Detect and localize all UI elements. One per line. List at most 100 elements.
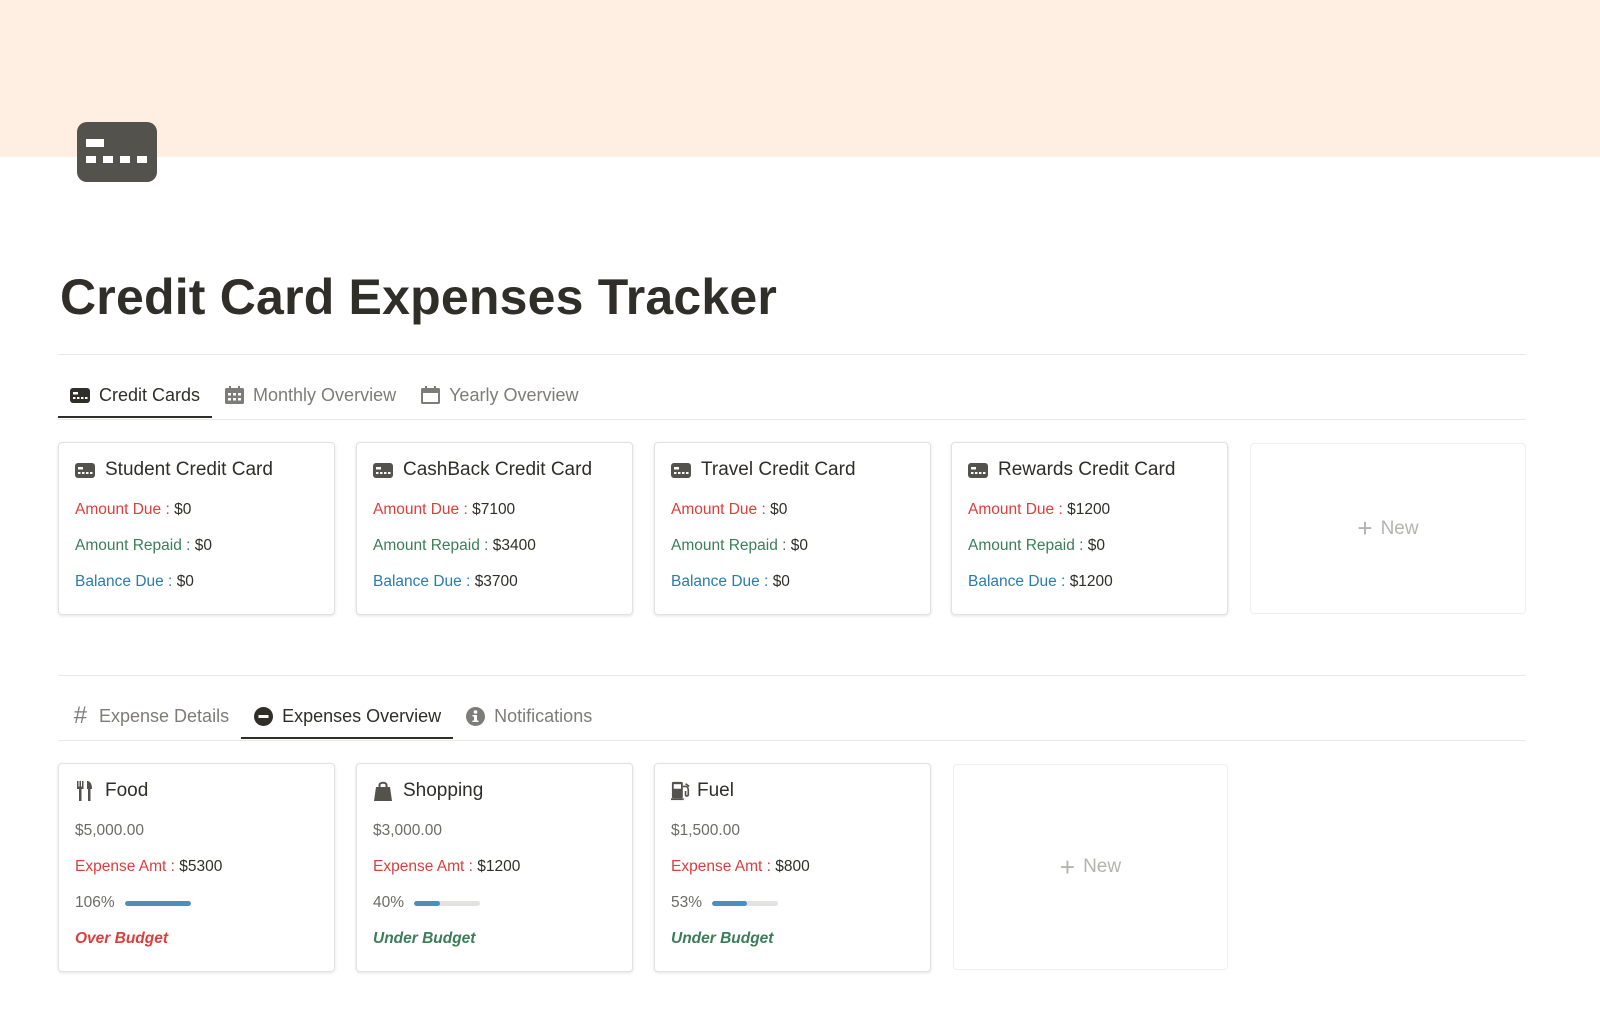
calendar-grid-icon <box>224 386 244 404</box>
credit-card-icon <box>968 461 988 479</box>
amount-due-label: Amount Due : <box>75 501 175 518</box>
tab-credit-cards[interactable]: Credit Cards <box>58 374 213 418</box>
category-name: Food <box>105 780 149 801</box>
credit-card-icon <box>75 461 95 479</box>
expense-category-card[interactable]: Fuel $1,500.00 Expense Amt : $800 53% Un… <box>654 763 931 972</box>
progress-percent: 53% <box>671 894 703 911</box>
budget-status: Under Budget <box>373 930 476 947</box>
progress-bar <box>712 900 779 906</box>
credit-card-item[interactable]: CashBack Credit Card Amount Due : $7100 … <box>356 442 633 615</box>
divider <box>58 675 1526 676</box>
tab-expense-details[interactable]: # Expense Details <box>58 695 241 737</box>
credit-card-item[interactable]: Rewards Credit Card Amount Due : $1200 A… <box>951 442 1228 615</box>
amount-repaid-value: $0 <box>790 537 809 554</box>
budget-progress: 53% <box>671 892 914 914</box>
credit-card-icon <box>70 386 90 404</box>
expense-amt-label: Expense Amt : <box>671 858 776 875</box>
card-name: Travel Credit Card <box>701 459 856 480</box>
budget-progress: 40% <box>373 892 616 914</box>
balance-due-value: $1200 <box>1069 573 1113 590</box>
amount-due-value: $7100 <box>472 501 516 518</box>
budget-progress: 106% <box>75 892 318 914</box>
amount-repaid-label: Amount Repaid : <box>373 537 493 554</box>
new-expense-category-button[interactable]: + New <box>953 764 1228 970</box>
card-name: Rewards Credit Card <box>998 459 1176 480</box>
progress-percent: 106% <box>75 894 115 911</box>
gas-pump-icon <box>671 781 691 801</box>
amount-due-label: Amount Due : <box>373 501 473 518</box>
tabs-underline <box>58 419 1526 420</box>
page-title: Credit Card Expenses Tracker <box>60 269 778 325</box>
balance-due-label: Balance Due : <box>373 573 475 590</box>
balance-due-value: $3700 <box>474 573 518 590</box>
tab-yearly-overview[interactable]: Yearly Overview <box>408 374 590 416</box>
progress-bar-fill <box>712 900 747 906</box>
credit-card-icon[interactable] <box>76 121 158 183</box>
credit-card-item[interactable]: Travel Credit Card Amount Due : $0 Amoun… <box>654 442 931 615</box>
tab-monthly-overview[interactable]: Monthly Overview <box>212 374 408 416</box>
amount-repaid-value: $3400 <box>492 537 536 554</box>
amount-repaid-value: $0 <box>194 537 213 554</box>
tab-label: Expense Details <box>99 705 230 726</box>
minus-circle-icon <box>253 706 273 726</box>
tab-label: Monthly Overview <box>253 384 397 405</box>
balance-due-value: $0 <box>772 573 790 590</box>
expense-category-card[interactable]: Food $5,000.00 Expense Amt : $5300 106% … <box>58 763 335 972</box>
credit-card-icon <box>671 461 691 479</box>
page-cover <box>0 0 1600 157</box>
tab-label: Expenses Overview <box>282 705 442 726</box>
balance-due-label: Balance Due : <box>671 573 773 590</box>
plus-icon: + <box>1357 513 1373 543</box>
tabs-underline <box>58 740 1526 741</box>
card-name: Student Credit Card <box>105 459 273 480</box>
balance-due-label: Balance Due : <box>75 573 177 590</box>
progress-bar-fill <box>124 900 191 906</box>
credit-card-icon <box>373 461 393 479</box>
budget-value: $5,000.00 <box>75 822 144 839</box>
balance-due-label: Balance Due : <box>968 573 1070 590</box>
amount-due-value: $1200 <box>1067 501 1111 518</box>
amount-due-value: $0 <box>770 501 788 518</box>
divider <box>58 354 1526 355</box>
tab-expenses-overview[interactable]: Expenses Overview <box>241 695 454 739</box>
budget-value: $3,000.00 <box>373 822 442 839</box>
tab-label: Yearly Overview <box>449 384 579 405</box>
tab-label: Notifications <box>494 705 593 726</box>
expense-amt-value: $1200 <box>477 858 521 875</box>
info-circle-icon <box>465 706 485 726</box>
balance-due-value: $0 <box>176 573 194 590</box>
amount-due-label: Amount Due : <box>968 501 1068 518</box>
category-name: Fuel <box>697 780 734 801</box>
tab-label: Credit Cards <box>99 384 201 405</box>
progress-bar-fill <box>414 900 441 906</box>
new-credit-card-button[interactable]: + New <box>1250 443 1526 614</box>
new-label: New <box>1083 856 1122 877</box>
budget-value: $1,500.00 <box>671 822 740 839</box>
expense-amt-value: $800 <box>775 858 810 875</box>
credit-card-item[interactable]: Student Credit Card Amount Due : $0 Amou… <box>58 442 335 615</box>
expense-amt-label: Expense Amt : <box>75 858 180 875</box>
category-name: Shopping <box>403 780 484 801</box>
expense-amt-value: $5300 <box>179 858 223 875</box>
view-tabs-credit-cards: Credit Cards Monthly Overview Yearly Ove… <box>58 374 590 418</box>
expense-amt-label: Expense Amt : <box>373 858 478 875</box>
amount-repaid-label: Amount Repaid : <box>968 537 1088 554</box>
progress-percent: 40% <box>373 894 405 911</box>
progress-bar <box>124 900 191 906</box>
fork-knife-icon <box>75 781 95 801</box>
progress-bar <box>414 900 481 906</box>
tab-notifications[interactable]: Notifications <box>453 695 604 737</box>
amount-repaid-label: Amount Repaid : <box>75 537 195 554</box>
plus-icon: + <box>1059 851 1076 882</box>
view-tabs-expenses: # Expense Details Expenses Overview Noti… <box>58 695 604 739</box>
expense-category-card[interactable]: Shopping $3,000.00 Expense Amt : $1200 4… <box>356 763 633 972</box>
budget-status: Under Budget <box>671 930 774 947</box>
amount-repaid-label: Amount Repaid : <box>671 537 791 554</box>
calendar-icon <box>420 386 440 404</box>
hash-icon: # <box>73 702 87 729</box>
card-name: CashBack Credit Card <box>403 459 593 480</box>
amount-due-label: Amount Due : <box>671 501 771 518</box>
amount-due-value: $0 <box>174 501 192 518</box>
amount-repaid-value: $0 <box>1087 537 1106 554</box>
budget-status: Over Budget <box>75 930 169 947</box>
